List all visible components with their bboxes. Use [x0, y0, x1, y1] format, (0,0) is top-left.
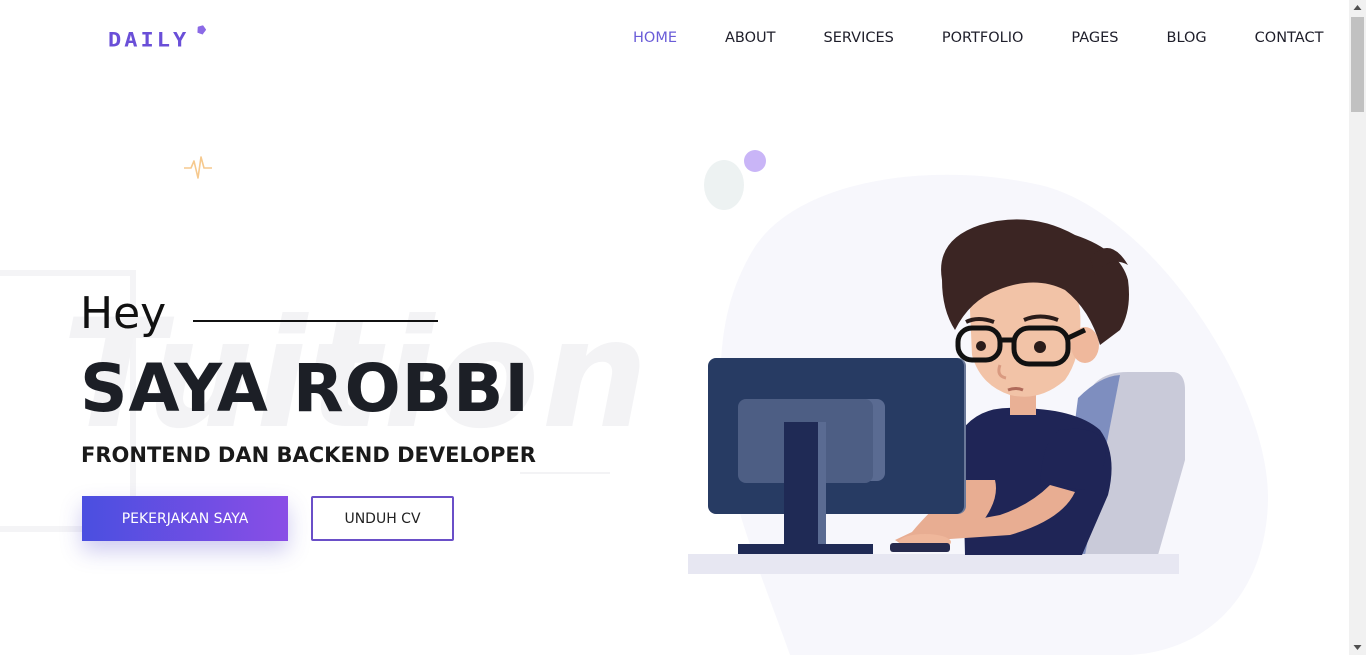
left-eye — [976, 341, 986, 351]
pulse-icon — [184, 156, 212, 179]
nav-item-blog[interactable]: BLOG — [1167, 30, 1207, 46]
download-cv-button[interactable]: UNDUH CV — [311, 496, 454, 541]
keyboard — [890, 543, 950, 552]
decorative-line — [520, 472, 610, 474]
main-nav: HOME ABOUT SERVICES PORTFOLIO PAGES BLOG… — [633, 30, 1323, 46]
logo[interactable]: DAILY — [108, 29, 189, 52]
nav-item-about[interactable]: ABOUT — [725, 30, 776, 46]
hire-me-button[interactable]: PEKERJAKAN SAYA — [82, 496, 288, 541]
nav-item-portfolio[interactable]: PORTFOLIO — [942, 30, 1024, 46]
monitor-base — [738, 544, 873, 554]
nav-item-contact[interactable]: CONTACT — [1255, 30, 1324, 46]
hero-subtitle: FRONTEND DAN BACKEND DEVELOPER — [81, 443, 536, 467]
mouth — [1007, 387, 1024, 392]
greeting-underline — [193, 320, 438, 322]
logo-dot-icon — [196, 24, 208, 36]
scroll-down-arrow-icon[interactable] — [1349, 638, 1366, 655]
developer-illustration — [688, 150, 1269, 655]
nav-item-home[interactable]: HOME — [633, 30, 677, 46]
vertical-scrollbar[interactable] — [1349, 0, 1366, 655]
scrollbar-thumb[interactable] — [1351, 17, 1364, 112]
nav-item-pages[interactable]: PAGES — [1071, 30, 1118, 46]
scroll-up-arrow-icon[interactable] — [1349, 0, 1366, 17]
monitor-stand-shade — [818, 422, 826, 544]
decorative-oval — [704, 160, 744, 210]
decorative-dot — [744, 150, 766, 172]
nav-item-services[interactable]: SERVICES — [824, 30, 894, 46]
desk — [688, 554, 1179, 574]
right-eye — [1034, 341, 1046, 353]
page: DAILY HOME ABOUT SERVICES PORTFOLIO PAGE… — [0, 0, 1349, 655]
hero-greeting: Hey — [80, 288, 167, 339]
hero-name: SAYA ROBBI — [80, 350, 530, 427]
